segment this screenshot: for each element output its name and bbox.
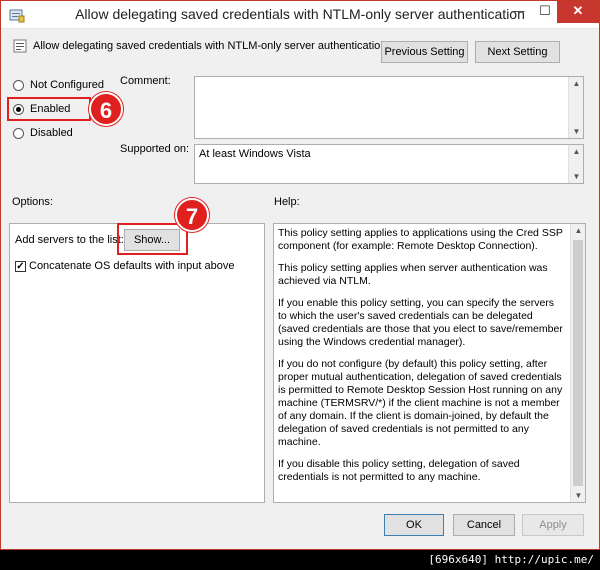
help-scroll-thumb[interactable] bbox=[573, 240, 583, 486]
next-setting-button[interactable]: Next Setting bbox=[475, 41, 560, 63]
policy-dialog: Allow delegating saved credentials with … bbox=[0, 0, 600, 550]
policy-setting-icon bbox=[13, 39, 27, 53]
concatenate-label: Concatenate OS defaults with input above bbox=[29, 260, 235, 272]
ok-button[interactable]: OK bbox=[384, 514, 444, 536]
show-annotation-box bbox=[117, 223, 188, 255]
radio-not-configured-circle[interactable] bbox=[13, 80, 24, 91]
radio-not-configured[interactable]: Not Configured bbox=[13, 78, 113, 94]
scroll-down-arrow-icon[interactable]: ▼ bbox=[571, 491, 586, 500]
title-bar: Allow delegating saved credentials with … bbox=[1, 1, 599, 29]
close-button[interactable]: ✕ bbox=[557, 1, 599, 23]
scroll-down-arrow-icon[interactable]: ▼ bbox=[569, 172, 584, 181]
help-paragraph: This policy setting applies to applicati… bbox=[278, 227, 563, 252]
supported-on-label: Supported on: bbox=[120, 143, 190, 155]
supported-on-scrollbar[interactable]: ▲ ▼ bbox=[568, 145, 583, 183]
comment-label: Comment: bbox=[120, 75, 171, 87]
help-text: This policy setting applies to applicati… bbox=[278, 227, 565, 493]
radio-disabled-label: Disabled bbox=[30, 127, 73, 139]
comment-scrollbar[interactable]: ▲ ▼ bbox=[568, 77, 583, 138]
help-paragraph: This policy setting applies when server … bbox=[278, 262, 548, 287]
comment-textbox[interactable]: ▲ ▼ bbox=[194, 76, 584, 139]
supported-on-textbox: At least Windows Vista ▲ ▼ bbox=[194, 144, 584, 184]
radio-not-configured-label: Not Configured bbox=[30, 79, 104, 91]
options-heading: Options: bbox=[12, 196, 53, 208]
scroll-up-arrow-icon[interactable]: ▲ bbox=[569, 147, 584, 156]
concatenate-checkbox[interactable]: ✓ bbox=[15, 261, 26, 272]
enabled-annotation-box bbox=[7, 97, 91, 121]
maximize-button[interactable]: ☐ bbox=[531, 1, 559, 23]
scroll-up-arrow-icon[interactable]: ▲ bbox=[569, 79, 584, 88]
help-paragraph: If you disable this policy setting, dele… bbox=[278, 458, 520, 483]
scroll-down-arrow-icon[interactable]: ▼ bbox=[569, 127, 584, 136]
help-paragraph: If you do not configure (by default) thi… bbox=[278, 358, 563, 448]
cancel-button[interactable]: Cancel bbox=[453, 514, 515, 536]
previous-setting-button[interactable]: Previous Setting bbox=[381, 41, 468, 63]
policy-name-label: Allow delegating saved credentials with … bbox=[33, 40, 387, 52]
help-heading: Help: bbox=[274, 196, 300, 208]
help-panel: This policy setting applies to applicati… bbox=[273, 223, 586, 503]
add-servers-label: Add servers to the list: bbox=[15, 234, 124, 246]
apply-button[interactable]: Apply bbox=[522, 514, 584, 536]
image-host-watermark: [696x640] http://upic.me/ bbox=[0, 550, 600, 570]
supported-on-value: At least Windows Vista bbox=[199, 148, 311, 160]
radio-disabled-circle[interactable] bbox=[13, 128, 24, 139]
help-scrollbar[interactable]: ▲ ▼ bbox=[570, 224, 585, 502]
help-paragraph: If you enable this policy setting, you c… bbox=[278, 297, 563, 348]
annotation-callout-6: 6 bbox=[89, 92, 123, 126]
minimize-button[interactable]: — bbox=[504, 1, 532, 23]
radio-disabled[interactable]: Disabled bbox=[13, 126, 83, 142]
annotation-callout-7: 7 bbox=[175, 198, 209, 232]
scroll-up-arrow-icon[interactable]: ▲ bbox=[571, 226, 586, 235]
